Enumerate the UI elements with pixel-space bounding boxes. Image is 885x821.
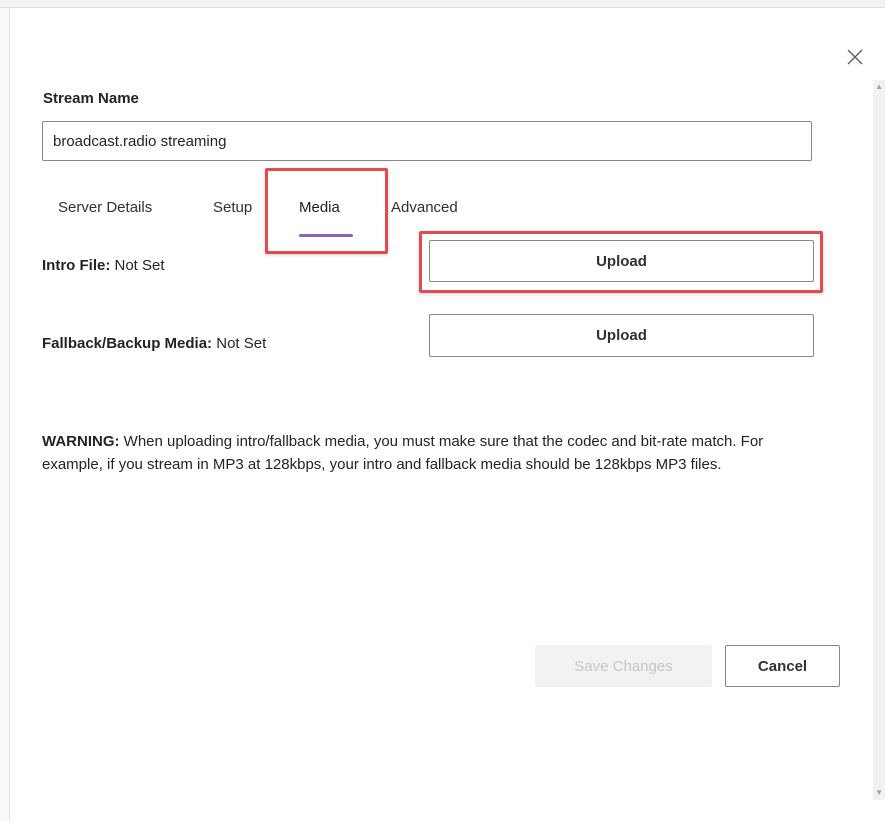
fallback-media-status: Not Set [216,335,267,352]
intro-upload-button[interactable]: Upload [429,240,814,282]
warning-title: WARNING: [42,433,120,450]
tab-setup[interactable]: Setup [213,199,252,216]
dialog-scrollbar[interactable] [873,80,885,800]
scroll-down-icon[interactable]: ▼ [875,788,883,797]
warning-message: WARNING: When uploading intro/fallback m… [42,430,812,476]
stream-name-label: Stream Name [43,90,139,107]
warning-text: When uploading intro/fallback media, you… [42,433,764,473]
background-page-edge [0,8,10,821]
top-border [0,0,885,8]
media-tab-highlight [265,168,388,254]
scroll-up-icon[interactable]: ▲ [875,82,883,91]
intro-file-status: Not Set [114,257,165,274]
fallback-upload-button[interactable]: Upload [429,314,814,357]
fallback-media-row: Fallback/Backup Media: Not Set [42,335,266,352]
intro-file-label: Intro File: [42,257,111,274]
stream-name-input[interactable] [42,121,812,161]
save-changes-button[interactable]: Save Changes [535,645,712,687]
close-icon[interactable] [846,48,864,66]
tab-advanced[interactable]: Advanced [391,199,458,216]
cancel-button[interactable]: Cancel [725,645,840,687]
fallback-media-label: Fallback/Backup Media: [42,335,213,352]
intro-file-row: Intro File: Not Set [42,257,165,274]
tab-server-details[interactable]: Server Details [58,199,152,216]
